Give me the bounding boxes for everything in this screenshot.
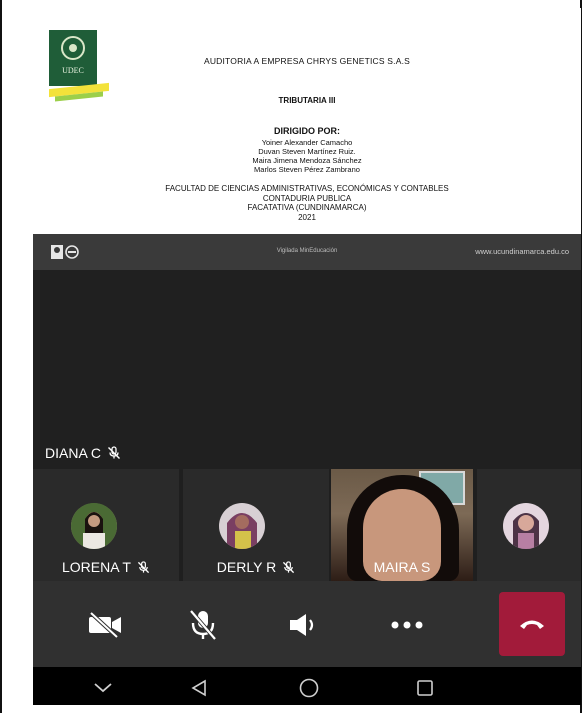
shared-slide: UDEC AUDITORIA A EMPRESA CHRYS GENETICS … bbox=[33, 8, 581, 234]
mic-muted-icon bbox=[283, 560, 295, 573]
avatar bbox=[219, 503, 265, 549]
active-speaker-label: DIANA C bbox=[45, 445, 121, 461]
logo-text: UDEC bbox=[62, 66, 84, 75]
participant-name-lorena: LORENA T bbox=[33, 559, 179, 575]
person-photo-icon bbox=[219, 503, 265, 549]
nav-collapse-button[interactable] bbox=[91, 676, 115, 700]
person-photo-icon bbox=[71, 503, 117, 549]
mic-muted-icon bbox=[189, 609, 217, 641]
slide-name-1: Yoiner Alexander Camacho bbox=[261, 138, 353, 147]
more-icon bbox=[391, 621, 423, 629]
slide-name-3: Maira Jimena Mendoza Sánchez bbox=[252, 156, 362, 165]
camera-off-icon bbox=[89, 612, 121, 638]
slide-year: 2021 bbox=[298, 212, 316, 222]
camera-toggle-button[interactable] bbox=[77, 599, 133, 651]
home-circle-icon bbox=[299, 678, 319, 698]
slide-footer: Vigilada MinEducación www.ucundinamarca.… bbox=[33, 234, 581, 270]
system-navbar bbox=[33, 667, 581, 705]
slide-subject: TRIBUTARIA III bbox=[278, 96, 336, 105]
participant-tile-lorena[interactable]: LORENA T bbox=[33, 469, 179, 581]
nav-home-button[interactable] bbox=[297, 676, 321, 700]
slide-city: FACATATIVA (CUNDINAMARCA) bbox=[247, 203, 367, 212]
more-options-button[interactable] bbox=[379, 599, 435, 651]
avatar bbox=[503, 503, 549, 549]
mic-muted-icon bbox=[137, 560, 150, 573]
participant-name-derly: DERLY R bbox=[183, 559, 329, 575]
slide-faculty: FACULTAD DE CIENCIAS ADMINISTRATIVAS, EC… bbox=[165, 184, 449, 193]
nav-recents-button[interactable] bbox=[413, 676, 437, 700]
main-video-area[interactable] bbox=[33, 270, 581, 470]
end-call-icon bbox=[520, 620, 544, 629]
chevron-down-icon bbox=[94, 683, 112, 693]
mic-toggle-button[interactable] bbox=[175, 599, 231, 651]
nav-back-button[interactable] bbox=[187, 676, 211, 700]
active-speaker-name: DIANA C bbox=[45, 445, 102, 461]
mic-muted-icon bbox=[108, 446, 121, 459]
recents-square-icon bbox=[417, 680, 433, 696]
participant-tile-maira[interactable]: MAIRA S bbox=[331, 469, 473, 581]
phone-screen: UDEC AUDITORIA A EMPRESA CHRYS GENETICS … bbox=[33, 8, 581, 705]
participant-tile-derly[interactable]: DERLY R bbox=[183, 469, 329, 581]
slide-name-2: Duvan Steven Martínez Ruiz. bbox=[258, 147, 356, 156]
back-triangle-icon bbox=[191, 679, 206, 697]
avatar bbox=[71, 503, 117, 549]
speaker-icon bbox=[290, 614, 314, 636]
participant-tile-partial[interactable] bbox=[477, 469, 581, 581]
end-call-button[interactable] bbox=[499, 592, 565, 656]
person-photo-icon bbox=[503, 503, 549, 549]
slide-program: CONTADURIA PUBLICA bbox=[262, 193, 352, 203]
speaker-button[interactable] bbox=[277, 599, 333, 651]
slide-name-4: Marlos Steven Pérez Zambrano bbox=[254, 165, 360, 174]
slide-title: AUDITORIA A EMPRESA CHRYS GENETICS S.A.S bbox=[203, 56, 411, 66]
participant-strip: LORENA T DERLY R MAIRA S bbox=[33, 469, 581, 581]
slide-directed-by: DIRIGIDO POR: bbox=[273, 126, 340, 136]
participant-name-maira: MAIRA S bbox=[373, 559, 431, 575]
footer-url: www.ucundinamarca.edu.co bbox=[475, 247, 569, 256]
left-border bbox=[0, 0, 2, 713]
call-controls bbox=[33, 581, 581, 667]
